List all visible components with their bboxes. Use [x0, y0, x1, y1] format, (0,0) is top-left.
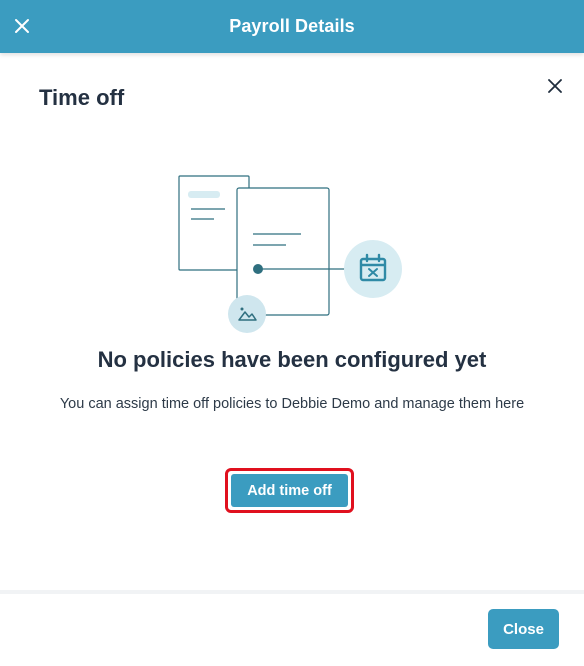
add-time-off-button[interactable]: Add time off — [231, 474, 348, 507]
add-time-off-highlight: Add time off — [225, 468, 354, 513]
close-icon[interactable] — [10, 14, 34, 38]
empty-state-description: You can assign time off policies to Debb… — [59, 396, 525, 412]
image-icon — [228, 295, 266, 333]
panel-close-icon[interactable] — [544, 75, 566, 97]
panel-heading: Time off — [39, 85, 125, 110]
close-button[interactable]: Close — [488, 609, 559, 649]
empty-state-title: No policies have been configured yet — [97, 347, 487, 372]
top-bar: Payroll Details — [0, 0, 584, 53]
window-title: Payroll Details — [229, 16, 355, 36]
empty-state-illustration — [178, 175, 402, 333]
footer: Close — [0, 594, 584, 666]
calendar-x-icon — [344, 240, 402, 298]
